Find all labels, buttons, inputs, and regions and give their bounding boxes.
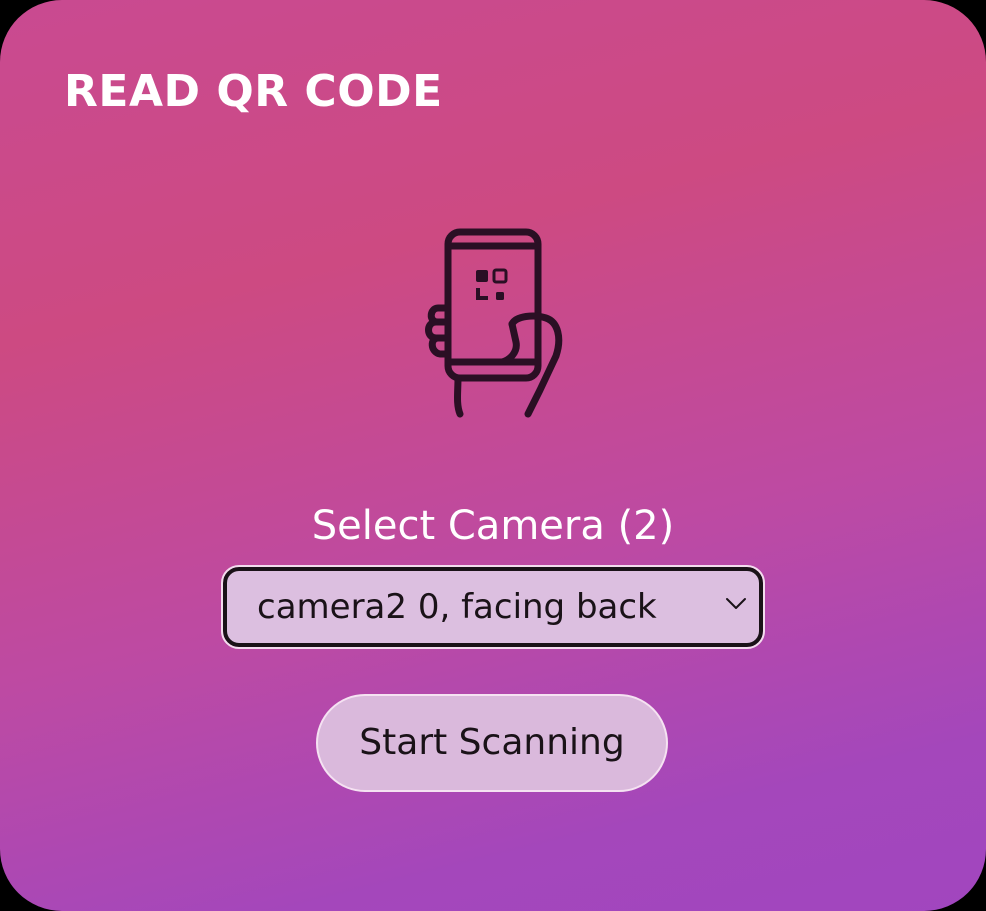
phone-qr-hand-icon	[412, 224, 568, 422]
page-title: READ QR CODE	[64, 66, 443, 117]
chevron-down-icon	[725, 597, 747, 611]
select-camera-label: Select Camera (2)	[311, 503, 675, 549]
start-scanning-button[interactable]: Start Scanning	[316, 694, 668, 792]
camera-select-value: camera2 0, facing back	[257, 587, 657, 627]
camera-select[interactable]: camera2 0, facing back	[221, 565, 765, 649]
qr-reader-card: READ QR CODE Select Camera (2) camera2 0…	[0, 0, 986, 911]
